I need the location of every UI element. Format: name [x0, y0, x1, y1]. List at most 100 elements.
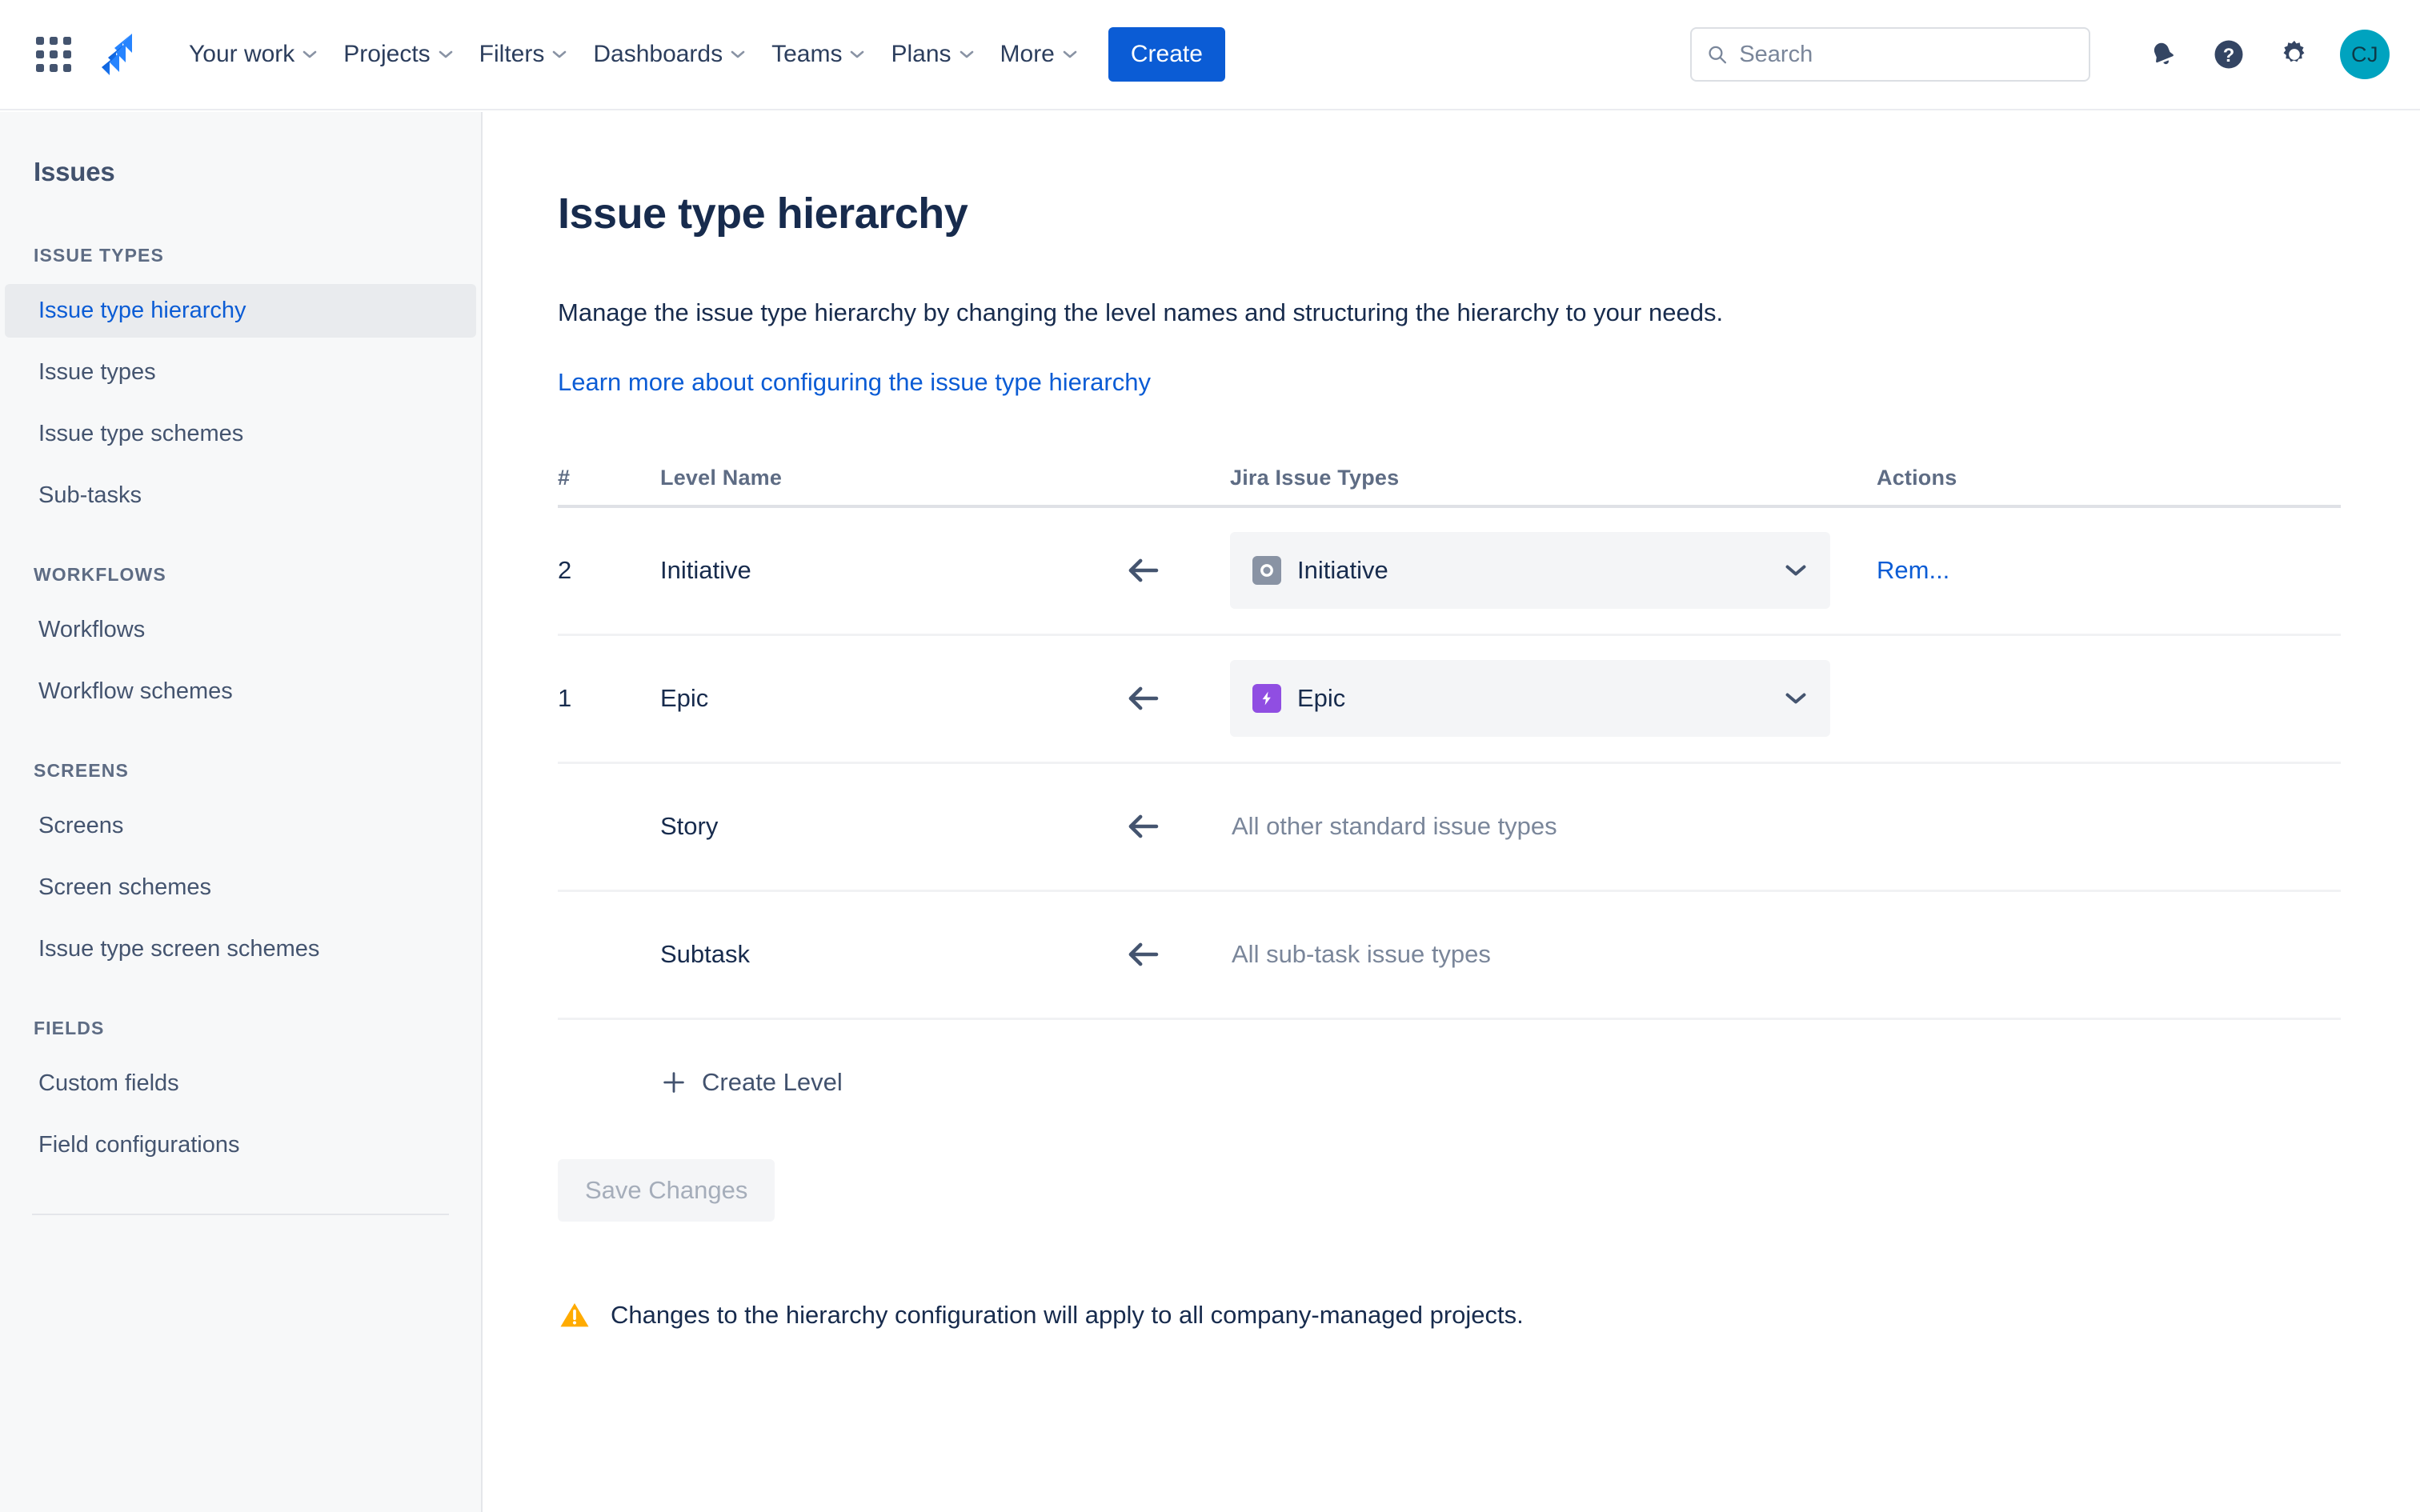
sidebar-item-label: Workflow schemes — [38, 678, 233, 704]
help-button[interactable]: ? — [2203, 29, 2254, 80]
chevron-down-icon — [851, 50, 864, 58]
sidebar-item-label: Custom fields — [38, 1070, 179, 1096]
epic-bolt-icon — [1252, 684, 1281, 714]
sidebar-item-label: Sub-tasks — [38, 482, 142, 508]
issue-type-value: Initiative — [1297, 556, 1388, 585]
sidebar-item-issue-type-hierarchy[interactable]: Issue type hierarchy — [5, 284, 476, 338]
search-box[interactable] — [1690, 27, 2090, 82]
issue-type-select-epic[interactable]: Epic — [1230, 660, 1830, 738]
column-header-actions: Actions — [1877, 465, 1957, 490]
table-row: Subtask All sub-task issue types — [558, 892, 2341, 1020]
plus-icon — [663, 1072, 684, 1093]
initiative-icon-glyph — [1260, 564, 1273, 578]
row-level-name-cell: Subtask — [660, 940, 1230, 969]
search-input[interactable] — [1739, 41, 2074, 68]
create-level-button[interactable]: Create Level — [660, 1068, 843, 1097]
warning-text: Changes to the hierarchy configuration w… — [611, 1300, 1524, 1329]
chevron-down-icon — [1785, 693, 1806, 704]
nav-item-plans[interactable]: Plans — [878, 34, 987, 75]
gear-icon — [2283, 40, 2305, 62]
sidebar-group-fields: FIELDS Custom fields Field configuration… — [0, 1018, 481, 1172]
sidebar-section-heading-workflows: WORKFLOWS — [34, 564, 166, 585]
page-title: Issue type hierarchy — [558, 190, 968, 238]
table-header-row: # Level Name Jira Issue Types Actions — [558, 466, 2341, 508]
bell-icon — [2154, 42, 2174, 65]
row-issue-type-cell: All other standard issue types — [1230, 812, 1877, 841]
sidebar-item-workflows[interactable]: Workflows — [5, 603, 476, 657]
nav-item-filters[interactable]: Filters — [467, 34, 581, 75]
arrow-left-icon — [1128, 814, 1159, 838]
arrow-left-icon — [1128, 942, 1159, 966]
row-level-name: Subtask — [660, 940, 751, 969]
page-description: Manage the issue type hierarchy by chang… — [558, 298, 1724, 326]
sidebar-item-issue-type-schemes[interactable]: Issue type schemes — [5, 407, 476, 461]
nav-item-your-work-label: Your work — [189, 41, 295, 67]
notifications-button[interactable] — [2138, 29, 2189, 80]
initiative-icon — [1252, 556, 1281, 586]
sidebar-item-label: Field configurations — [38, 1132, 240, 1158]
learn-more-link[interactable]: Learn more about configuring the issue t… — [558, 368, 1151, 397]
sidebar-item-field-configurations[interactable]: Field configurations — [5, 1118, 476, 1172]
table-row: 1 Epic Epic — [558, 636, 2341, 764]
save-changes-button[interactable]: Save Changes — [558, 1158, 775, 1222]
nav-item-filters-label: Filters — [479, 41, 545, 67]
table-row: 2 Initiative Initiative Rem... — [558, 508, 2341, 636]
sidebar-section-heading-fields: FIELDS — [34, 1018, 105, 1038]
sidebar-section-heading-issue-types: ISSUE TYPES — [34, 245, 164, 266]
settings-button[interactable] — [2269, 29, 2320, 80]
sidebar-item-issue-type-screen-schemes[interactable]: Issue type screen schemes — [5, 922, 476, 976]
top-navigation-bar: Your work Projects Filters Dashboards Te — [0, 0, 2420, 110]
avatar[interactable]: CJ — [2340, 30, 2390, 79]
chevron-down-icon — [1063, 50, 1077, 58]
nav-item-your-work[interactable]: Your work — [176, 34, 331, 75]
epic-bolt-icon-glyph — [1262, 691, 1271, 706]
arrow-left-icon — [1128, 686, 1159, 710]
sidebar-item-label: Issue type screen schemes — [38, 936, 320, 962]
nav-item-dashboards[interactable]: Dashboards — [580, 34, 759, 75]
column-header-level-name: Level Name — [660, 465, 783, 490]
sidebar-item-screens[interactable]: Screens — [5, 799, 476, 853]
sidebar-section-heading-screens: SCREENS — [34, 760, 129, 781]
sidebar-group-screens: SCREENS Screens Screen schemes Issue typ… — [0, 760, 481, 976]
nav-item-projects-label: Projects — [343, 41, 431, 67]
sidebar-item-label: Screen schemes — [38, 874, 211, 900]
sidebar: Issues ISSUE TYPES Issue type hierarchy … — [0, 112, 483, 1512]
grid-apps-icon[interactable] — [30, 31, 77, 78]
primary-nav-items: Your work Projects Filters Dashboards Te — [176, 27, 1225, 82]
warning-banner: Changes to the hierarchy configuration w… — [558, 1298, 2420, 1332]
row-issue-type-cell: Initiative — [1230, 532, 1877, 610]
grid-apps-icon-glyph — [36, 37, 71, 72]
sidebar-title: Issues — [34, 157, 115, 186]
sidebar-item-screen-schemes[interactable]: Screen schemes — [5, 861, 476, 914]
row-issue-type-cell: All sub-task issue types — [1230, 940, 1877, 969]
chevron-down-icon — [439, 50, 452, 58]
row-number: 2 — [558, 556, 572, 585]
svg-text:?: ? — [2223, 46, 2234, 66]
search-icon — [1709, 46, 1727, 64]
sidebar-item-label: Screens — [38, 813, 124, 838]
arrow-left-icon — [1128, 558, 1159, 582]
chevron-down-icon — [302, 50, 317, 58]
sidebar-item-workflow-schemes[interactable]: Workflow schemes — [5, 665, 476, 718]
row-number: 1 — [558, 684, 572, 713]
issue-type-static-text: All other standard issue types — [1232, 812, 1557, 841]
row-level-name: Story — [660, 812, 719, 841]
row-level-name-cell: Epic — [660, 684, 1230, 713]
create-button[interactable]: Create — [1108, 27, 1225, 82]
sidebar-item-issue-types[interactable]: Issue types — [5, 346, 476, 399]
nav-item-teams[interactable]: Teams — [759, 34, 878, 75]
sidebar-item-custom-fields[interactable]: Custom fields — [5, 1057, 476, 1110]
row-level-name-cell: Initiative — [660, 556, 1230, 585]
remove-level-link[interactable]: Rem... — [1877, 556, 1949, 584]
jira-logo-icon[interactable] — [88, 31, 144, 78]
table-row: Story All other standard issue types — [558, 764, 2341, 892]
nav-item-more[interactable]: More — [988, 34, 1091, 75]
hierarchy-table: # Level Name Jira Issue Types Actions 2 … — [558, 466, 2341, 1020]
row-level-name: Epic — [660, 684, 709, 713]
chevron-down-icon — [1785, 565, 1806, 576]
nav-item-projects[interactable]: Projects — [331, 34, 466, 75]
issue-type-select-initiative[interactable]: Initiative — [1230, 532, 1830, 610]
sidebar-item-sub-tasks[interactable]: Sub-tasks — [5, 469, 476, 522]
jira-logo-icon-glyph — [102, 34, 132, 75]
create-level-label: Create Level — [702, 1067, 843, 1096]
